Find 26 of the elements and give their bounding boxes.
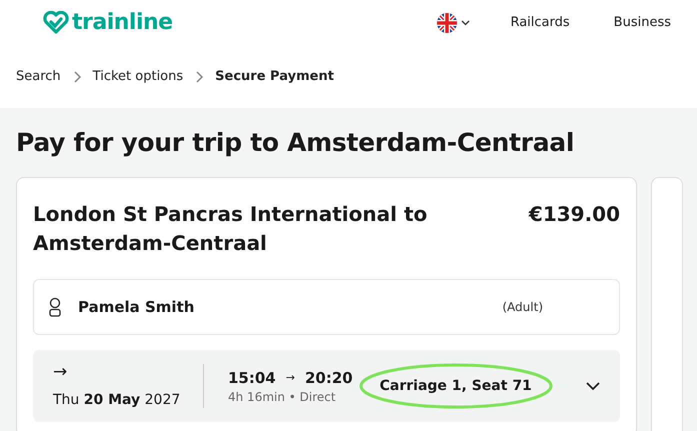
chevron-down-icon bbox=[586, 382, 600, 390]
departure-time: 15:04 bbox=[228, 368, 276, 386]
person-icon bbox=[48, 297, 62, 317]
page-title: Pay for your trip to Amsterdam-Centraal bbox=[16, 128, 576, 157]
seat-info: Carriage 1, Seat 71 bbox=[380, 378, 532, 394]
chevron-right-icon bbox=[195, 70, 204, 82]
passenger-name: Pamela Smith bbox=[78, 298, 194, 316]
chevron-right-icon bbox=[72, 70, 81, 82]
union-flag-icon bbox=[437, 12, 458, 32]
price: €139.00 bbox=[528, 202, 620, 226]
passenger-type: (Adult) bbox=[502, 300, 543, 314]
route-title: London St Pancras International to Amsterdam-Centraal bbox=[33, 201, 428, 257]
breadcrumb-link[interactable]: Search bbox=[16, 69, 61, 84]
breadcrumb-link[interactable]: Secure Payment bbox=[215, 69, 334, 84]
time-arrow: → bbox=[286, 371, 295, 384]
arrival-time: 20:20 bbox=[304, 368, 353, 386]
journey-date: Thu 20 May 2027 bbox=[53, 392, 182, 408]
breadcrumb-link[interactable]: Ticket options bbox=[92, 69, 184, 84]
nav-link[interactable]: Railcards bbox=[510, 15, 570, 30]
direction-arrow: → bbox=[53, 364, 68, 380]
caret-icon bbox=[461, 20, 470, 26]
language-selector[interactable] bbox=[437, 12, 470, 32]
nav-link[interactable]: Business bbox=[614, 15, 671, 30]
journey-panel[interactable]: → Thu 20 May 2027 15:04 → 20:20 4h 16min • Direct Carriage 1, Seat 71 bbox=[33, 350, 620, 422]
heart-check-icon bbox=[43, 10, 69, 34]
journey-details: 4h 16min • Direct bbox=[228, 390, 337, 404]
